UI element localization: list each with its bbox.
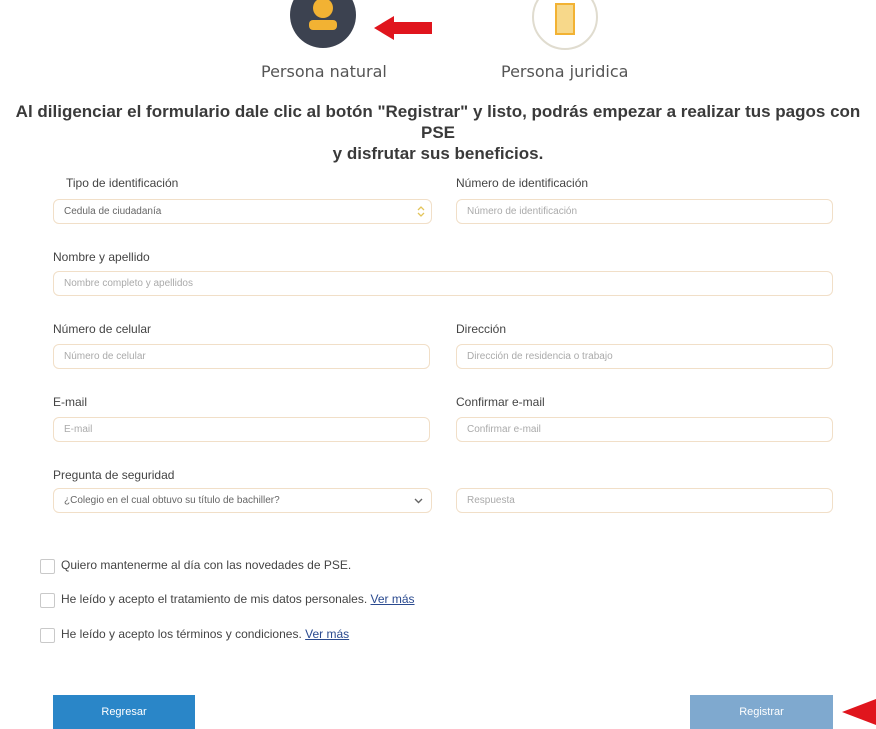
updown-chevron-icon bbox=[417, 206, 425, 217]
confirm-email-label: Confirmar e-mail bbox=[456, 395, 545, 409]
tipo-id-label: Tipo de identificación bbox=[66, 176, 179, 190]
celular-label: Número de celular bbox=[53, 322, 152, 336]
regresar-button[interactable]: Regresar bbox=[53, 695, 195, 729]
persona-juridica-label: Persona juridica bbox=[501, 62, 629, 81]
terminos-checkbox[interactable] bbox=[40, 628, 55, 643]
confirm-email-input[interactable]: Confirmar e-mail bbox=[456, 417, 833, 442]
numero-id-input[interactable]: Número de identificación bbox=[456, 199, 833, 224]
pregunta-label: Pregunta de seguridad bbox=[53, 468, 175, 482]
person-icon bbox=[309, 0, 337, 30]
registrar-button[interactable]: Registrar bbox=[690, 695, 833, 729]
tipo-id-value: Cedula de ciudadanía bbox=[64, 206, 162, 217]
nombre-label: Nombre y apellido bbox=[53, 250, 150, 264]
arrow-pointer-icon bbox=[374, 16, 432, 40]
respuesta-input[interactable]: Respuesta bbox=[456, 488, 833, 513]
tipo-id-select[interactable]: Cedula de ciudadanía bbox=[53, 199, 432, 224]
terminos-ver-mas-link[interactable]: Ver más bbox=[305, 627, 349, 641]
newsletter-checkbox[interactable] bbox=[40, 559, 55, 574]
direccion-input[interactable]: Dirección de residencia o trabajo bbox=[456, 344, 833, 369]
intro-line-2: y disfrutar sus beneficios. bbox=[332, 144, 544, 163]
datos-personales-ver-mas-link[interactable]: Ver más bbox=[371, 592, 415, 606]
intro-text: Al diligenciar el formulario dale clic a… bbox=[0, 101, 876, 164]
datos-personales-label: He leído y acepto el tratamiento de mis … bbox=[61, 592, 415, 606]
intro-line-1: Al diligenciar el formulario dale clic a… bbox=[15, 102, 861, 142]
arrow-pointer-icon bbox=[842, 699, 876, 725]
direccion-label: Dirección bbox=[456, 322, 507, 336]
pregunta-select[interactable]: ¿Colegio en el cual obtuvo su título de … bbox=[53, 488, 432, 513]
numero-id-label: Número de identificación bbox=[456, 176, 589, 190]
persona-natural-label: Persona natural bbox=[261, 62, 387, 81]
datos-personales-checkbox[interactable] bbox=[40, 593, 55, 608]
persona-natural-option[interactable] bbox=[290, 0, 356, 48]
pregunta-value: ¿Colegio en el cual obtuvo su título de … bbox=[64, 495, 280, 506]
persona-juridica-option[interactable] bbox=[532, 0, 598, 50]
celular-input[interactable]: Número de celular bbox=[53, 344, 430, 369]
nombre-input[interactable]: Nombre completo y apellidos bbox=[53, 271, 833, 296]
email-input[interactable]: E-mail bbox=[53, 417, 430, 442]
email-label: E-mail bbox=[53, 395, 88, 409]
building-icon bbox=[555, 3, 575, 35]
newsletter-label: Quiero mantenerme al día con las novedad… bbox=[61, 558, 352, 572]
terminos-label: He leído y acepto los términos y condici… bbox=[61, 627, 350, 641]
chevron-down-icon bbox=[414, 498, 423, 504]
